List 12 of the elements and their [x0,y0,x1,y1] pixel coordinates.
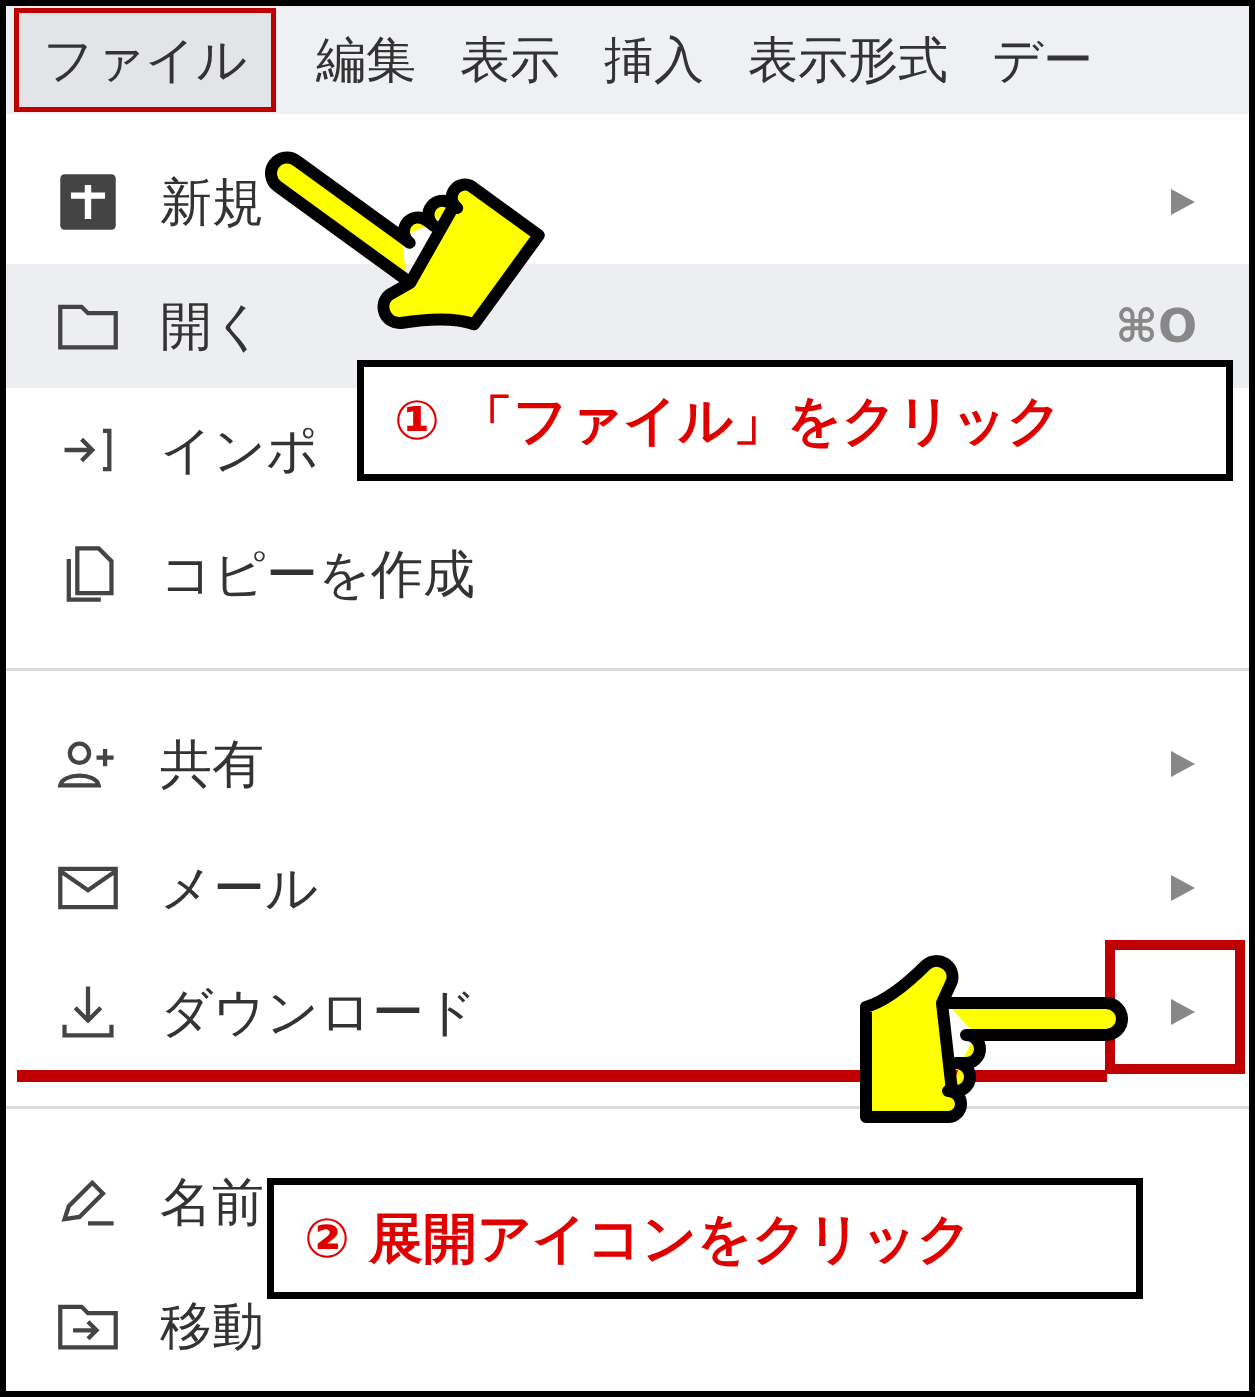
menu-item-label: 新規 [160,171,264,234]
menu-item-label: 名前 [160,1171,264,1234]
menu-item-label: コピーを作成 [160,543,475,606]
menu-item-label: 共有 [160,733,264,796]
menu-item-label: ダウンロード [160,981,477,1044]
callout-tooltip: ① 「ファイル」をクリック [357,360,1233,481]
menu-item-label: 開く [160,295,265,358]
callout-tooltip: ② 展開アイコンをクリック [267,1178,1143,1299]
menu-item-label: 移動 [160,1295,264,1358]
shortcut-label: ⌘O [1115,297,1197,355]
menu-item-label: メール [160,857,318,920]
menu-item-label: インポ [160,419,319,482]
